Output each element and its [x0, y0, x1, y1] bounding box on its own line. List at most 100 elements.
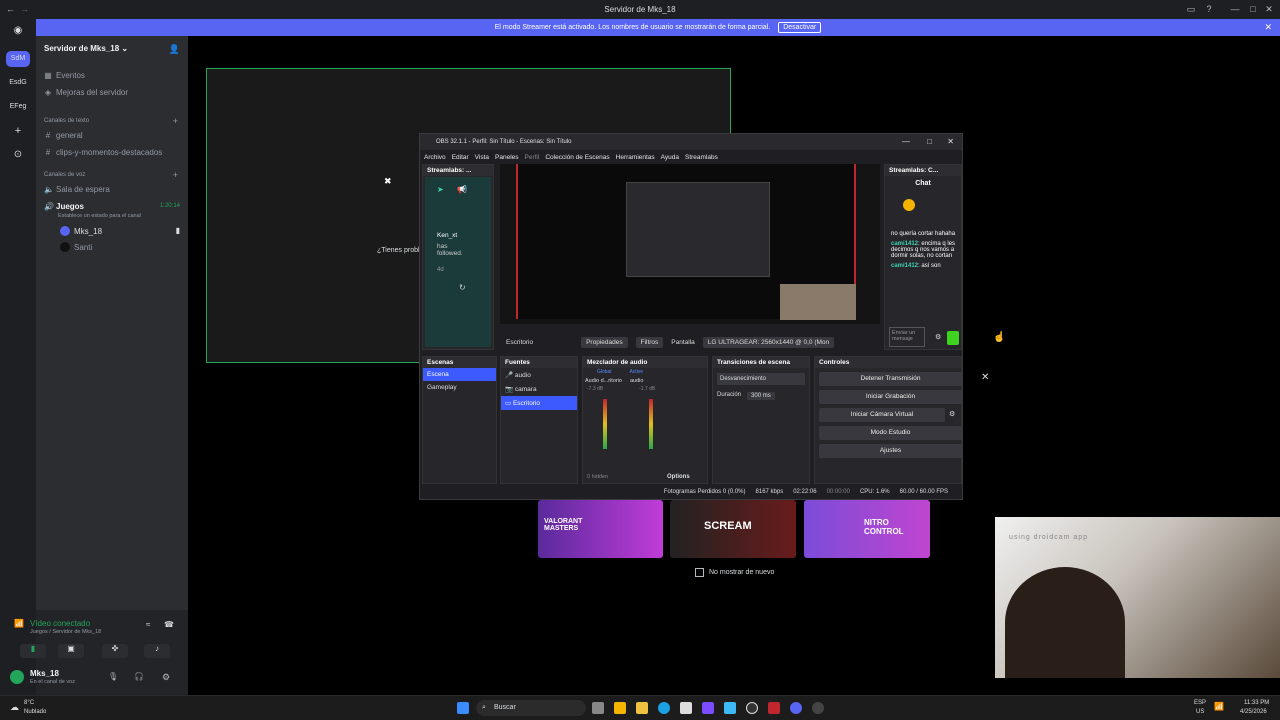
- guild-item[interactable]: EsdG: [6, 75, 30, 91]
- file-explorer-icon[interactable]: [636, 702, 648, 714]
- app-icon[interactable]: [724, 702, 736, 714]
- properties-button[interactable]: Propiedades: [581, 336, 628, 348]
- channel-juegos[interactable]: 🔊 Juegos: [44, 202, 84, 211]
- mixer-tab-active[interactable]: Active: [629, 369, 643, 375]
- user-name[interactable]: Mks_18: [30, 669, 59, 678]
- start-recording-button[interactable]: Iniciar Grabación: [819, 390, 962, 404]
- voice-user[interactable]: Santi: [60, 242, 92, 252]
- menu-archivo[interactable]: Archivo: [424, 154, 446, 161]
- voice-user[interactable]: Mks_18: [60, 226, 102, 236]
- discord-icon[interactable]: [790, 702, 802, 714]
- help-icon[interactable]: ?: [1204, 4, 1214, 14]
- region[interactable]: US: [1196, 709, 1204, 715]
- virtual-camera-button[interactable]: Iniciar Cámara Virtual: [819, 408, 945, 422]
- menu-paneles[interactable]: Paneles: [495, 154, 519, 161]
- add-text-channel-icon[interactable]: +: [173, 116, 178, 126]
- source-item[interactable]: 📷 camara: [501, 382, 577, 396]
- scene-item[interactable]: Escena: [423, 368, 496, 381]
- text-category[interactable]: Canales de texto: [44, 118, 89, 124]
- channel-status[interactable]: Establece un estado para el canal: [58, 213, 141, 219]
- chat-settings-icon[interactable]: ⚙: [935, 333, 941, 341]
- explore-icon[interactable]: ⊙: [6, 147, 30, 163]
- refresh-icon[interactable]: ↻: [459, 283, 466, 292]
- camera-button[interactable]: ▮: [20, 644, 46, 658]
- channel-waiting-room[interactable]: 🔈 Sala de espera: [44, 185, 110, 194]
- maximize-icon[interactable]: □: [927, 134, 932, 150]
- source-item[interactable]: ▭ Escritorio: [501, 396, 577, 410]
- activities-button[interactable]: ✜: [102, 644, 128, 658]
- guild-item[interactable]: EFeg: [6, 99, 30, 115]
- guild-item[interactable]: SdM: [6, 51, 30, 67]
- dont-show-checkbox[interactable]: No mostrar de nuevo: [695, 568, 774, 577]
- invite-icon[interactable]: 👤: [169, 44, 180, 55]
- deactivate-button[interactable]: Desactivar: [778, 22, 822, 33]
- server-name[interactable]: Servidor de Mks_18 ⌄: [44, 44, 128, 53]
- inbox-icon[interactable]: ▭: [1186, 4, 1196, 14]
- avatar[interactable]: [10, 670, 24, 684]
- filters-button[interactable]: Filtros: [635, 336, 664, 348]
- search-box[interactable]: ⌕ Buscar: [476, 700, 586, 716]
- chat-input[interactable]: Enviar un mensaje: [889, 327, 925, 347]
- mixer-channel-label[interactable]: audio: [630, 378, 643, 384]
- checkbox[interactable]: [695, 568, 704, 577]
- language[interactable]: ESP: [1194, 700, 1206, 706]
- menu-editar[interactable]: Editar: [452, 154, 469, 161]
- menu-perfil[interactable]: Perfil: [525, 154, 540, 161]
- chat-send-button[interactable]: [947, 331, 959, 345]
- mute-icon[interactable]: 🎙: [108, 672, 118, 681]
- close-icon[interactable]: ✕: [947, 134, 954, 150]
- task-view-icon[interactable]: [592, 702, 604, 714]
- obs-icon[interactable]: [746, 702, 758, 714]
- promo-nitro[interactable]: NITRO CONTROL: [804, 500, 930, 558]
- minimize-icon[interactable]: —: [1230, 4, 1240, 14]
- settings-icon[interactable]: ⚙: [162, 672, 170, 683]
- soundboard-button[interactable]: ♪: [144, 644, 170, 658]
- boosts-item[interactable]: ◈ Mejoras del servidor: [44, 88, 128, 97]
- menu-herramientas[interactable]: Herramientas: [616, 154, 655, 161]
- channel-general[interactable]: # general: [44, 131, 83, 140]
- source-item[interactable]: 🎤 audio: [501, 368, 577, 382]
- mixer-options[interactable]: Options: [667, 474, 690, 480]
- close-overlay-icon[interactable]: ✕: [981, 372, 989, 383]
- noise-suppression-icon[interactable]: ≈: [146, 620, 150, 629]
- disconnect-icon[interactable]: ☎: [164, 620, 174, 629]
- display-select[interactable]: LG ULTRAGEAR: 2560x1440 @ 0,0 (Mon: [702, 336, 835, 348]
- mixer-channel-label[interactable]: Audio d...ritorio: [585, 378, 622, 384]
- events-item[interactable]: ▦ Eventos: [44, 71, 85, 80]
- banner-close-icon[interactable]: ✕: [1264, 22, 1272, 33]
- virtual-camera-settings-icon[interactable]: ⚙: [949, 410, 955, 418]
- discord-home-icon[interactable]: ◉: [6, 23, 30, 39]
- stop-stream-button[interactable]: Detener Transmisión: [819, 372, 962, 386]
- menu-streamlabs[interactable]: Streamlabs: [685, 154, 718, 161]
- mixer-tab-global[interactable]: Global: [597, 369, 611, 375]
- headphones-icon[interactable]: 🎧: [134, 672, 144, 681]
- store-icon[interactable]: [680, 702, 692, 714]
- edge-icon[interactable]: [658, 702, 670, 714]
- close-tile-icon[interactable]: ✖: [384, 176, 392, 187]
- clock-time[interactable]: 11:33 PM: [1244, 700, 1269, 706]
- menu-coleccion[interactable]: Colección de Escenas: [545, 154, 609, 161]
- volume-meter[interactable]: [649, 399, 653, 449]
- scene-item[interactable]: Gameplay: [423, 381, 496, 394]
- app-icon[interactable]: [614, 702, 626, 714]
- app-icon[interactable]: [812, 702, 824, 714]
- minimize-icon[interactable]: —: [902, 134, 910, 150]
- app-icon[interactable]: [702, 702, 714, 714]
- windows-start-icon[interactable]: [457, 702, 469, 714]
- wifi-icon[interactable]: 📶: [1214, 702, 1224, 711]
- studio-mode-button[interactable]: Modo Estudio: [819, 426, 962, 440]
- channel-clips[interactable]: # clips-y-momentos-destacados: [44, 148, 163, 157]
- add-server-icon[interactable]: +: [6, 123, 30, 139]
- voice-category[interactable]: Canales de voz: [44, 172, 85, 178]
- voice-location[interactable]: Juegos / Servidor de Mks_18: [30, 629, 101, 635]
- add-voice-channel-icon[interactable]: +: [173, 170, 178, 180]
- app-icon[interactable]: [768, 702, 780, 714]
- transition-select[interactable]: Desvanecimiento: [717, 373, 805, 385]
- promo-scream[interactable]: SCREAM: [670, 500, 796, 558]
- settings-button[interactable]: Ajustes: [819, 444, 962, 458]
- volume-meter[interactable]: [603, 399, 607, 449]
- maximize-icon[interactable]: □: [1248, 4, 1258, 14]
- menu-vista[interactable]: Vista: [475, 154, 489, 161]
- send-icon[interactable]: ➤: [437, 185, 444, 194]
- duration-input[interactable]: 300 ms: [747, 392, 775, 400]
